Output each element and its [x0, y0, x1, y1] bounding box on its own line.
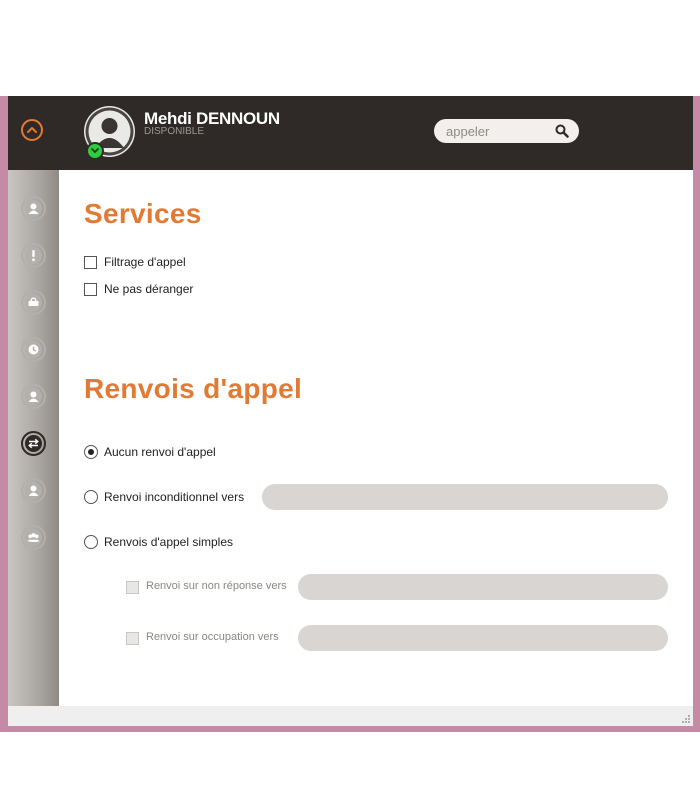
resize-grip-icon[interactable]	[681, 714, 691, 724]
no-answer-number-field[interactable]	[298, 574, 668, 600]
forward-unconditional-radio[interactable]	[84, 490, 98, 504]
voicemail-icon	[28, 297, 39, 306]
chevron-down-icon	[91, 148, 99, 154]
transfer-icon	[28, 438, 39, 449]
forward-simple-label: Renvois d'appel simples	[104, 535, 234, 549]
status-bar	[8, 706, 693, 726]
profile-icon	[28, 485, 39, 496]
group-icon	[27, 533, 40, 542]
forward-unconditional-label: Renvoi inconditionnel vers	[104, 490, 245, 504]
sidebar-item-history[interactable]	[21, 337, 46, 362]
busy-number-field[interactable]	[298, 625, 668, 651]
services-title: Services	[84, 198, 202, 229]
sidebar-item-groups[interactable]	[21, 525, 46, 550]
search-box	[434, 119, 579, 143]
search-icon[interactable]	[555, 124, 569, 138]
sidebar	[8, 170, 67, 706]
sidebar-item-contacts[interactable]	[21, 384, 46, 409]
history-icon	[28, 344, 39, 355]
no-answer-label: Renvoi sur non réponse vers	[146, 580, 287, 592]
forward-none-radio[interactable]	[84, 445, 98, 459]
unconditional-number-field[interactable]	[262, 484, 668, 510]
header-bar: Mehdi DENNOUN DISPONIBLE	[8, 96, 693, 170]
no-answer-checkbox[interactable]	[126, 581, 139, 594]
status-dropdown-button[interactable]	[86, 142, 104, 160]
sidebar-item-alerts[interactable]	[21, 243, 46, 268]
call-filtering-checkbox[interactable]	[84, 256, 97, 269]
forward-none-label: Aucun renvoi d'appel	[104, 445, 216, 459]
chevron-up-icon	[27, 127, 37, 133]
sidebar-item-voicemail[interactable]	[21, 290, 46, 315]
app-window: Mehdi DENNOUN DISPONIBLE appeler Service…	[0, 96, 700, 732]
collapse-button[interactable]	[21, 119, 43, 141]
user-status: DISPONIBLE	[144, 126, 205, 137]
forward-simple-radio[interactable]	[84, 535, 98, 549]
busy-label: Renvoi sur occupation vers	[146, 631, 279, 643]
sidebar-item-profile[interactable]	[21, 478, 46, 503]
contact-icon	[28, 391, 39, 402]
forwarding-title: Renvois d'appel	[84, 373, 303, 404]
sidebar-item-user[interactable]	[21, 196, 46, 221]
alert-icon	[32, 250, 35, 262]
main-content: Services Filtrage d'appel Ne pas dérange…	[59, 170, 693, 706]
do-not-disturb-checkbox[interactable]	[84, 283, 97, 296]
busy-checkbox[interactable]	[126, 632, 139, 645]
do-not-disturb-label: Ne pas déranger	[104, 282, 194, 296]
sidebar-item-call-forwarding[interactable]	[21, 431, 46, 456]
user-icon	[28, 203, 39, 214]
search-input[interactable]	[446, 119, 551, 143]
call-filtering-label: Filtrage d'appel	[104, 255, 186, 269]
